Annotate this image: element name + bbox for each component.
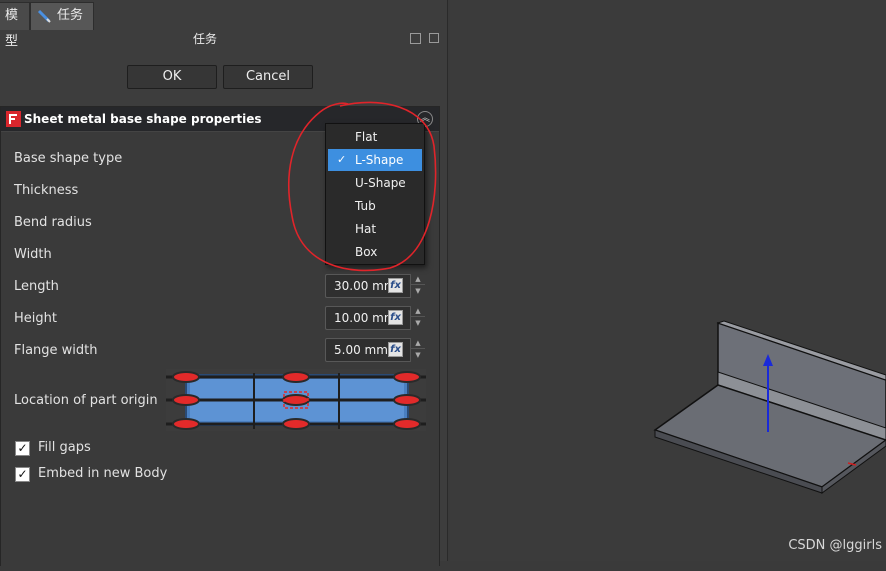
length-label: Length [14, 279, 59, 294]
pencil-icon [37, 9, 51, 23]
task-panel: 模型 任务 任务 OK Cancel Sheet metal base shap… [0, 0, 448, 571]
chevron-up-icon[interactable]: ▲ [411, 338, 425, 349]
bend-radius-label: Bend radius [14, 215, 92, 230]
height-value: 10.00 mm [334, 311, 388, 325]
height-field[interactable]: 10.00 mm fx ▲ ▼ [325, 306, 425, 330]
base-shape-type-label: Base shape type [14, 151, 123, 166]
3d-viewport[interactable]: CSDN @lggirls [450, 0, 886, 561]
chevron-down-icon[interactable]: ▼ [411, 286, 425, 297]
watermark: CSDN @lggirls [788, 538, 882, 553]
flange-width-stepper[interactable]: ▲ ▼ [410, 338, 425, 362]
flange-width-value: 5.00 mm [334, 343, 388, 357]
dropdown-option-l-shape[interactable]: ✓ L-Shape [328, 149, 422, 171]
check-mark-icon: ✓ [337, 153, 347, 166]
dropdown-option-hat[interactable]: Hat [328, 218, 422, 240]
chevron-up-icon[interactable]: ▲ [411, 274, 425, 285]
embed-body-label: Embed in new Body [38, 466, 168, 481]
origin-label: Location of part origin [14, 393, 158, 408]
height-label: Height [14, 311, 57, 326]
tab-model[interactable]: 模型 [0, 2, 30, 49]
flange-width-field[interactable]: 5.00 mm fx ▲ ▼ [325, 338, 425, 362]
flange-width-label: Flange width [14, 343, 98, 358]
ok-button[interactable]: OK [127, 65, 217, 89]
chevron-down-icon[interactable]: ▼ [411, 318, 425, 329]
fx-icon[interactable]: fx [388, 342, 403, 357]
dropdown-option-u-shape[interactable]: U-Shape [328, 172, 422, 194]
fx-icon[interactable]: fx [388, 278, 403, 293]
fill-gaps-label: Fill gaps [38, 440, 91, 455]
l-shape-model[interactable] [450, 0, 886, 561]
chevron-down-icon[interactable]: ▼ [411, 350, 425, 361]
tab-task[interactable]: 任务 [30, 2, 94, 30]
properties-title: Sheet metal base shape properties [24, 112, 262, 126]
length-value: 30.00 mm [334, 279, 388, 293]
fx-icon[interactable]: fx [388, 310, 403, 325]
height-stepper[interactable]: ▲ ▼ [410, 306, 425, 330]
dropdown-option-box[interactable]: Box [328, 241, 422, 263]
length-stepper[interactable]: ▲ ▼ [410, 274, 425, 298]
thickness-label: Thickness [14, 183, 79, 198]
freecad-logo-icon [6, 111, 21, 127]
length-field[interactable]: 30.00 mm fx ▲ ▼ [325, 274, 425, 298]
origin-picker[interactable] [166, 369, 426, 431]
cancel-button[interactable]: Cancel [223, 65, 313, 89]
dropdown-option-label: L-Shape [355, 153, 404, 167]
float-panel-icon[interactable] [410, 33, 421, 44]
check-icon[interactable]: ✓ [15, 441, 30, 456]
dropdown-option-flat[interactable]: Flat [328, 126, 422, 148]
panel-title: 任务 [192, 32, 217, 46]
width-label: Width [14, 247, 52, 262]
dropdown-option-tub[interactable]: Tub [328, 195, 422, 217]
tab-bar: 模型 任务 [0, 0, 448, 49]
base-shape-type-dropdown[interactable]: Flat ✓ L-Shape U-Shape Tub Hat Box [325, 123, 425, 265]
chevron-up-icon[interactable]: ▲ [411, 306, 425, 317]
restore-panel-icon[interactable] [429, 33, 439, 43]
check-icon[interactable]: ✓ [15, 467, 30, 482]
tab-task-label: 任务 [57, 8, 84, 23]
